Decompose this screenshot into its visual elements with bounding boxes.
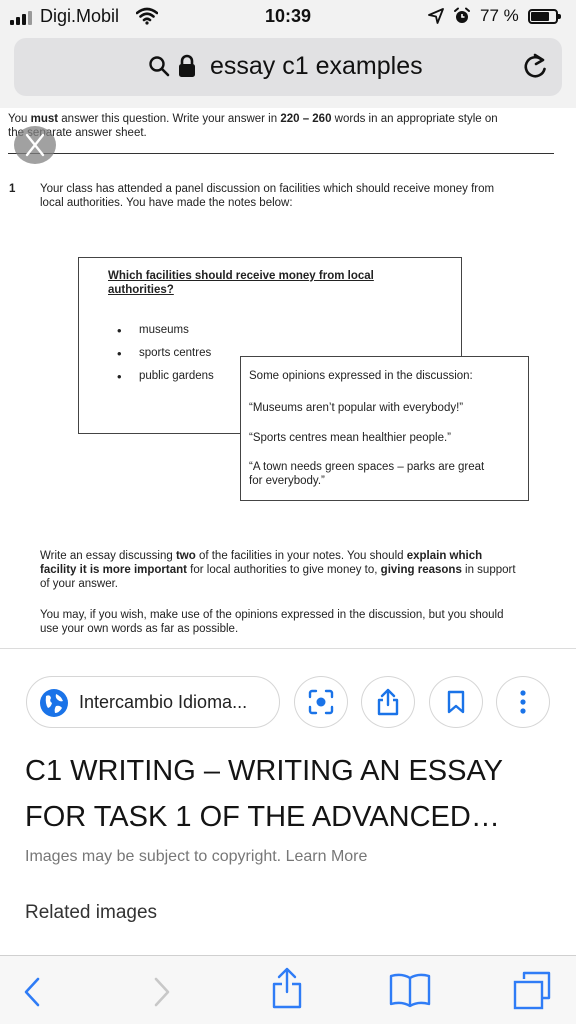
intro-line-1: You must answer this question. Write you…	[8, 113, 498, 125]
list-item: sports centres	[109, 347, 214, 360]
list-item: public gardens	[109, 370, 214, 383]
opinions-box: Some opinions expressed in the discussio…	[240, 356, 529, 501]
may-line-1: You may, if you wish, make use of the op…	[40, 609, 504, 621]
share-icon	[377, 688, 399, 716]
more-options-button[interactable]	[496, 676, 550, 728]
task-line-3: of your answer.	[40, 578, 118, 590]
question-line-2: local authorities. You have made the not…	[40, 197, 293, 209]
bookmark-icon	[447, 690, 465, 714]
divider-rule	[8, 153, 554, 154]
close-button[interactable]	[14, 126, 56, 164]
task-line-2: facility it is more important for local …	[40, 564, 516, 576]
notes-list: museums sports centres public gardens	[109, 324, 214, 393]
tabs-icon	[513, 971, 551, 1010]
alarm-clock-icon	[453, 7, 471, 30]
source-name: Intercambio Idioma...	[79, 692, 248, 712]
lens-icon	[308, 689, 334, 715]
share-page-button[interactable]	[271, 966, 303, 1015]
battery-level	[531, 12, 549, 21]
divider	[0, 648, 576, 649]
book-icon	[389, 973, 431, 1008]
may-line-2: use your own words as far as possible.	[40, 623, 239, 635]
notes-heading-line-2: authorities?	[108, 284, 174, 296]
list-item: museums	[109, 324, 214, 337]
bookmarks-button[interactable]	[388, 972, 432, 1013]
location-arrow-icon	[428, 8, 444, 29]
question-number: 1	[9, 183, 16, 195]
browser-header: essay c1 examples	[0, 34, 576, 108]
related-images-heading: Related images	[25, 902, 158, 923]
search-icon	[148, 55, 170, 82]
status-bar: Digi.Mobil 10:39 77 %	[0, 0, 576, 34]
back-button[interactable]	[22, 976, 42, 1013]
battery-icon	[528, 9, 561, 24]
opinion-3-line-2: for everybody.”	[249, 475, 325, 487]
bookmark-button[interactable]	[429, 676, 483, 728]
essay-task-image[interactable]: You must answer this question. Write you…	[0, 108, 576, 648]
opinion-1: “Museums aren’t popular with everybody!”	[249, 402, 464, 414]
copyright-notice[interactable]: Images may be subject to copyright. Lear…	[25, 848, 367, 866]
globe-icon	[39, 688, 69, 723]
bottom-toolbar	[0, 955, 576, 1024]
address-query: essay c1 examples	[210, 52, 423, 80]
share-icon	[272, 967, 302, 1009]
lock-icon	[178, 54, 196, 83]
address-bar[interactable]: essay c1 examples	[14, 38, 562, 96]
reload-icon[interactable]	[522, 53, 548, 86]
task-line-1: Write an essay discussing two of the fac…	[40, 550, 483, 562]
lens-button[interactable]	[294, 676, 348, 728]
share-button[interactable]	[361, 676, 415, 728]
forward-button[interactable]	[152, 976, 172, 1013]
battery-percent: 77 %	[480, 6, 519, 25]
opinion-3-line-1: “A town needs green spaces – parks are g…	[249, 461, 485, 473]
chevron-left-icon	[24, 977, 40, 1007]
source-chip[interactable]: Intercambio Idioma...	[26, 676, 280, 728]
close-icon	[25, 133, 45, 157]
chevron-right-icon	[154, 977, 170, 1007]
notes-heading-line-1: Which facilities should receive money fr…	[108, 270, 374, 282]
result-title-line-2: FOR TASK 1 OF THE ADVANCED…	[25, 801, 500, 833]
more-vertical-icon	[520, 690, 526, 714]
tabs-button[interactable]	[512, 970, 552, 1015]
result-title[interactable]: C1 WRITING – WRITING AN ESSAY FOR TASK 1…	[25, 748, 555, 840]
result-title-line-1: C1 WRITING – WRITING AN ESSAY	[25, 755, 504, 787]
opinions-heading: Some opinions expressed in the discussio…	[249, 370, 473, 382]
question-line-1: Your class has attended a panel discussi…	[40, 183, 495, 195]
opinion-2: “Sports centres mean healthier people.”	[249, 432, 451, 444]
